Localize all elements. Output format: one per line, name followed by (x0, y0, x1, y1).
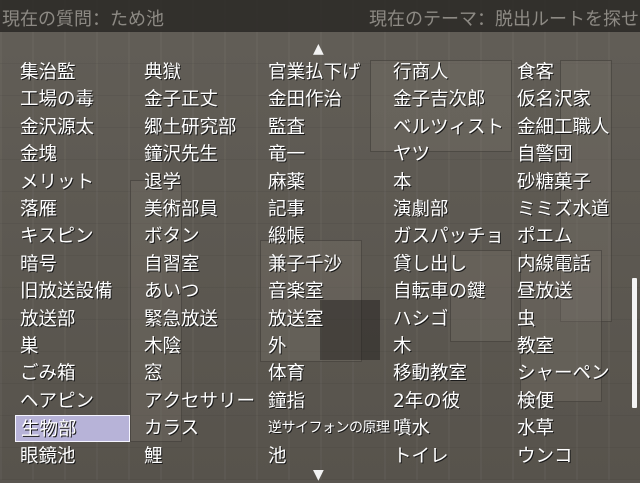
keyword-item[interactable]: 虫 (512, 306, 627, 333)
keyword-item[interactable]: 外 (263, 333, 378, 360)
keyword-item[interactable]: 巣 (15, 333, 130, 360)
keyword-item[interactable]: 麻薬 (263, 169, 378, 196)
keyword-item[interactable]: 自警団 (512, 141, 627, 168)
keyword-item[interactable]: 木陰 (139, 333, 254, 360)
keyword-item[interactable]: 内線電話 (512, 251, 627, 278)
keyword-item[interactable]: 金子吉次郎 (388, 86, 503, 113)
keyword-item[interactable]: 検便 (512, 388, 627, 415)
keyword-item[interactable]: 水草 (512, 415, 627, 442)
keyword-item[interactable]: 金塊 (15, 141, 130, 168)
keyword-item[interactable]: 緞帳 (263, 223, 378, 250)
keyword-item[interactable]: 旧放送設備 (15, 278, 130, 305)
keyword-item[interactable]: ガスパッチョ (388, 223, 504, 250)
keyword-item[interactable]: 演劇部 (388, 196, 503, 223)
keyword-item[interactable]: カラス (139, 415, 254, 442)
status-bar: 現在の質問：ため池 現在のテーマ：脱出ルートを探せ (0, 0, 640, 32)
keyword-item[interactable]: シャーペン (512, 360, 627, 387)
keyword-item[interactable]: ごみ箱 (15, 360, 130, 387)
keyword-item[interactable]: 本 (388, 169, 503, 196)
keyword-item[interactable]: 逆サイフォンの原理 (263, 415, 390, 442)
keyword-item[interactable]: 典獄 (139, 59, 254, 86)
keyword-item[interactable]: 竜一 (263, 141, 378, 168)
keyword-item[interactable]: 記事 (263, 196, 378, 223)
keyword-item[interactable]: 監査 (263, 114, 378, 141)
keyword-item[interactable]: 体育 (263, 360, 378, 387)
keyword-item[interactable]: 退学 (139, 169, 254, 196)
keyword-item[interactable]: 落雁 (15, 196, 130, 223)
keyword-item[interactable]: 食客 (512, 59, 627, 86)
keyword-item[interactable]: 放送室 (263, 306, 378, 333)
keyword-item[interactable]: トイレ (388, 443, 503, 470)
keyword-item[interactable]: 自転車の鍵 (388, 278, 503, 305)
keyword-item[interactable]: 金田作治 (263, 86, 378, 113)
scrollbar[interactable] (632, 278, 637, 408)
keyword-item[interactable]: ミミズ水道 (512, 196, 627, 223)
keyword-item[interactable]: 行商人 (388, 59, 503, 86)
keyword-item[interactable]: 鯉 (139, 443, 254, 470)
keyword-item[interactable]: 仮名沢家 (512, 86, 627, 113)
keyword-item[interactable]: メリット (15, 169, 130, 196)
keyword-item[interactable]: 金沢源太 (15, 114, 130, 141)
keyword-item[interactable]: 眼鏡池 (15, 443, 130, 470)
keyword-item[interactable]: ヤツ (388, 141, 503, 168)
keyword-item[interactable]: 自習室 (139, 251, 254, 278)
keyword-item[interactable]: アクセサリー (139, 388, 255, 415)
keyword-item[interactable]: 砂糖菓子 (512, 169, 627, 196)
keyword-item[interactable]: 噴水 (388, 415, 503, 442)
keyword-item[interactable]: あいつ (139, 278, 254, 305)
keyword-item[interactable]: 緊急放送 (139, 306, 254, 333)
keyword-item[interactable]: 池 (263, 443, 378, 470)
scroll-up-arrow-icon[interactable]: ▲ (313, 42, 324, 56)
keyword-item[interactable]: 移動教室 (388, 360, 503, 387)
keyword-item[interactable]: 貸し出し (388, 251, 503, 278)
keyword-item[interactable]: 音楽室 (263, 278, 378, 305)
keyword-item[interactable]: 教室 (512, 333, 627, 360)
current-question: 現在の質問：ため池 (2, 9, 164, 30)
keyword-item[interactable]: 放送部 (15, 306, 130, 333)
keyword-item[interactable]: 暗号 (15, 251, 130, 278)
keyword-item[interactable]: 昼放送 (512, 278, 627, 305)
keyword-item[interactable]: ベルツィスト (388, 114, 504, 141)
keyword-item[interactable]: ポエム (512, 223, 627, 250)
keyword-item[interactable]: 集治監 (15, 59, 130, 86)
keyword-list: 集治監 工場の毒 金沢源太 金塊 メリット 落雁 キスピン 暗号 旧放送設備 放送部巣ごみ箱 ヘアピ… (15, 59, 630, 474)
keyword-item[interactable]: 美術部員 (139, 196, 254, 223)
keyword-item[interactable]: 生物部 (15, 415, 130, 443)
keyword-item[interactable]: ウンコ (512, 443, 627, 470)
keyword-item[interactable]: 2年の彼 (388, 388, 503, 415)
keyword-item[interactable]: 鐘沢先生 (139, 141, 254, 168)
keyword-item[interactable]: ハシゴ (388, 306, 503, 333)
keyword-item[interactable]: キスピン (15, 223, 130, 250)
keyword-item[interactable]: 官業払下げ (263, 59, 378, 86)
keyword-item[interactable]: ボタン (139, 223, 254, 250)
keyword-item[interactable]: 鐘指 (263, 388, 378, 415)
keyword-item[interactable]: ヘアピン (15, 388, 130, 415)
current-theme: 現在のテーマ：脱出ルートを探せ (369, 9, 639, 30)
keyword-item[interactable]: 金細工職人 (512, 114, 627, 141)
keyword-item[interactable]: 窓 (139, 360, 254, 387)
keyword-item[interactable]: 工場の毒 (15, 86, 130, 113)
keyword-item[interactable]: 郷土研究部 (139, 114, 254, 141)
keyword-item[interactable]: 兼子千沙 (263, 251, 378, 278)
keyword-item[interactable]: 金子正丈 (139, 86, 254, 113)
keyword-item[interactable]: 木 (388, 333, 503, 360)
